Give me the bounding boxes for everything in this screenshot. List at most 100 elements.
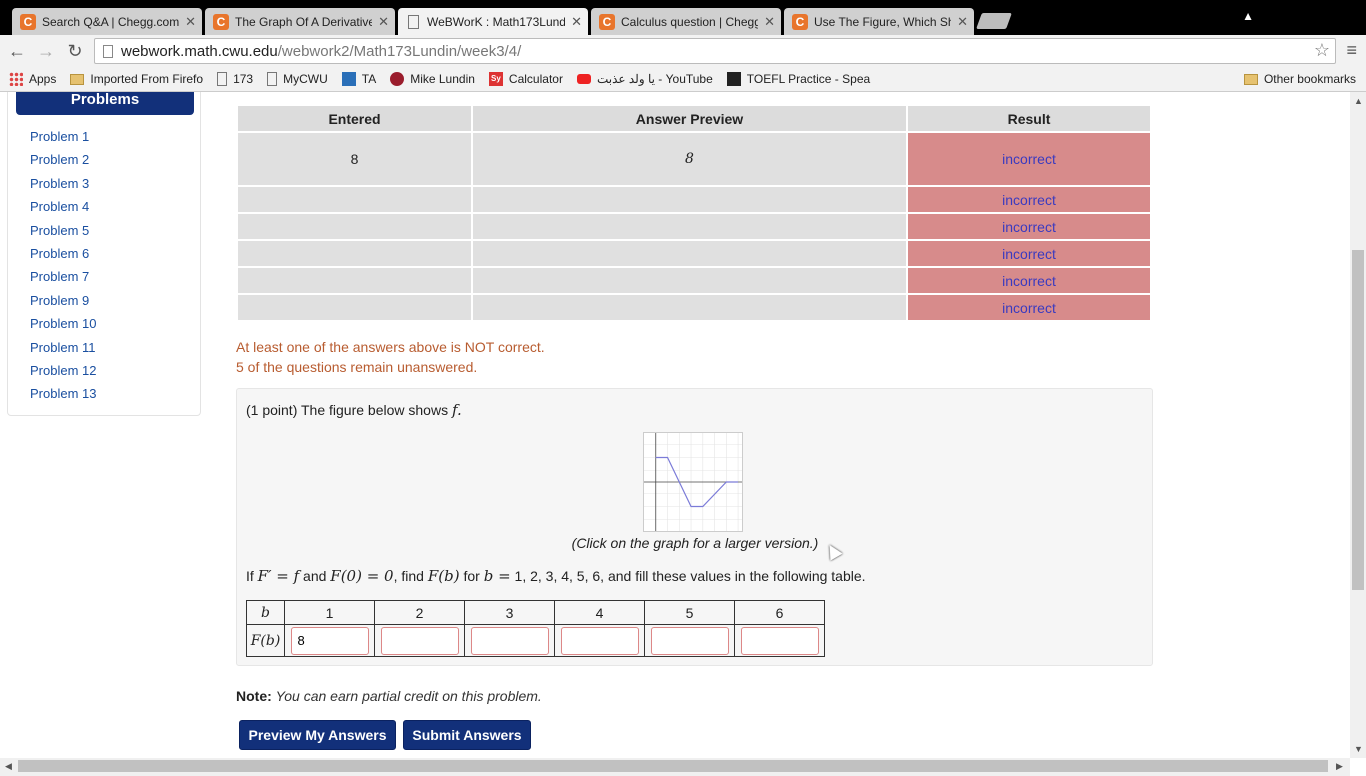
- bookmarks-bar: Apps Imported From Firefo 173 MyCWU TA M…: [0, 67, 1366, 92]
- chegg-icon: C: [213, 13, 229, 30]
- tab-title: WeBWorK : Math173Lundin: [427, 14, 566, 29]
- sidebar-item-problem-1[interactable]: Problem 1: [30, 129, 96, 152]
- bookmark-label: يا ولد عذبت - YouTube: [596, 72, 713, 86]
- bookmark-toefl[interactable]: TOEFL Practice - Spea: [726, 72, 870, 86]
- sy-icon: Sy: [488, 72, 503, 86]
- answer-input-2[interactable]: [380, 626, 459, 655]
- page-viewport: Problems Problem 1 Problem 2 Problem 3 P…: [0, 92, 1350, 758]
- b-label: b: [246, 600, 285, 625]
- sidebar-item-problem-10[interactable]: Problem 10: [30, 316, 96, 339]
- scroll-down-icon[interactable]: ▼: [1354, 744, 1363, 754]
- bookmark-calculator[interactable]: Sy Calculator: [488, 72, 563, 86]
- preview-cell: [471, 185, 908, 214]
- bookmark-star-icon[interactable]: ☆: [1314, 40, 1330, 61]
- bookmark-mike-lundin[interactable]: Mike Lundin: [390, 72, 475, 86]
- bookmark-ta[interactable]: TA: [341, 72, 376, 86]
- tab-webwork[interactable]: WeBWorK : Math173Lundin ✕: [398, 8, 588, 35]
- bookmark-imported-firefox[interactable]: Imported From Firefo: [70, 72, 203, 86]
- answer-input-1[interactable]: [290, 626, 369, 655]
- tab-use-the-figure[interactable]: C Use The Figure, Which Sh ✕: [784, 8, 974, 35]
- instr-text: If: [246, 568, 254, 584]
- sidebar-item-problem-12[interactable]: Problem 12: [30, 363, 96, 386]
- back-icon[interactable]: ←: [6, 40, 28, 62]
- result-cell: incorrect: [906, 266, 1152, 295]
- sidebar-item-problem-11[interactable]: Problem 11: [30, 340, 96, 363]
- close-icon[interactable]: ✕: [185, 14, 196, 30]
- instr-math: F(b): [427, 567, 460, 585]
- tab-chegg-search[interactable]: C Search Q&A | Chegg.com ✕: [12, 8, 202, 35]
- bookmark-apps[interactable]: Apps: [9, 72, 56, 86]
- submit-answers-button[interactable]: Submit Answers: [403, 720, 531, 750]
- preview-cell: [471, 266, 908, 295]
- sidebar-item-problem-2[interactable]: Problem 2: [30, 152, 96, 175]
- table-row: incorrect: [236, 266, 1152, 295]
- chegg-icon: C: [599, 13, 615, 30]
- bookmark-173[interactable]: 173: [217, 72, 253, 86]
- sidebar-item-problem-7[interactable]: Problem 7: [30, 269, 96, 292]
- bookmark-label: Mike Lundin: [410, 72, 475, 86]
- preview-cell: 8: [471, 131, 908, 187]
- close-icon[interactable]: ✕: [957, 14, 968, 30]
- instr-text: and: [303, 568, 327, 584]
- bookmark-label: Calculator: [508, 72, 563, 86]
- vertical-scrollbar[interactable]: ▲ ▼: [1350, 92, 1366, 758]
- apps-icon: [9, 72, 23, 86]
- tab-title: Search Q&A | Chegg.com: [42, 14, 180, 29]
- table-row: incorrect: [236, 185, 1152, 214]
- bookmark-other[interactable]: Other bookmarks: [1243, 72, 1356, 86]
- sidebar-item-problem-6[interactable]: Problem 6: [30, 246, 96, 269]
- close-icon[interactable]: ✕: [764, 14, 775, 30]
- reload-icon[interactable]: ↻: [64, 40, 86, 62]
- tab-graph-derivative[interactable]: C The Graph Of A Derivative ✕: [205, 8, 395, 35]
- instr-text: , find: [393, 568, 424, 584]
- url-path: /webwork2/Math173Lundin/week3/4/: [277, 42, 522, 60]
- preview-answers-button[interactable]: Preview My Answers: [239, 720, 396, 750]
- preview-cell: [471, 239, 908, 268]
- profile-icon[interactable]: ▲: [1242, 9, 1254, 23]
- entered-cell: [236, 266, 473, 295]
- answer-cell: [734, 624, 825, 657]
- scroll-right-icon[interactable]: ▶: [1336, 761, 1343, 772]
- bookmark-youtube[interactable]: يا ولد عذبت - YouTube: [576, 72, 713, 86]
- instr-math: F′ = f: [257, 567, 300, 585]
- sidebar-item-problem-13[interactable]: Problem 13: [30, 386, 96, 409]
- bookmark-mycwu[interactable]: MyCWU: [267, 72, 328, 86]
- entered-cell: [236, 293, 473, 322]
- scrollbar-thumb[interactable]: [18, 760, 1328, 772]
- sidebar-item-problem-9[interactable]: Problem 9: [30, 293, 96, 316]
- answer-input-5[interactable]: [650, 626, 729, 655]
- bookmark-label: MyCWU: [283, 72, 328, 86]
- function-graph-thumbnail[interactable]: [643, 432, 743, 532]
- close-icon[interactable]: ✕: [571, 14, 582, 30]
- problems-sidebar: Problems Problem 1 Problem 2 Problem 3 P…: [7, 92, 201, 416]
- instr-math: F(0) = 0: [330, 567, 394, 585]
- ml-icon: [390, 72, 405, 86]
- answer-input-4[interactable]: [560, 626, 639, 655]
- result-cell: incorrect: [906, 185, 1152, 214]
- address-bar[interactable]: webwork.math.cwu.edu/webwork2/Math173Lun…: [94, 38, 1336, 64]
- answer-input-6[interactable]: [740, 626, 819, 655]
- scroll-up-icon[interactable]: ▲: [1354, 96, 1363, 106]
- instr-text: for: [463, 568, 480, 584]
- answer-input-3[interactable]: [470, 626, 549, 655]
- close-icon[interactable]: ✕: [378, 14, 389, 30]
- b-value: 6: [734, 600, 825, 625]
- scroll-left-icon[interactable]: ◀: [5, 761, 12, 772]
- horizontal-scrollbar[interactable]: ◀ ▶: [0, 758, 1350, 776]
- forward-icon[interactable]: →: [35, 40, 57, 62]
- sidebar-item-problem-3[interactable]: Problem 3: [30, 176, 96, 199]
- tab-calculus-question[interactable]: C Calculus question | Chegg ✕: [591, 8, 781, 35]
- result-cell: incorrect: [906, 212, 1152, 241]
- browser-toolbar: ← → ↻ webwork.math.cwu.edu/webwork2/Math…: [0, 35, 1366, 67]
- tab-title: The Graph Of A Derivative: [235, 14, 373, 29]
- sidebar-item-problem-4[interactable]: Problem 4: [30, 199, 96, 222]
- b-value: 4: [554, 600, 645, 625]
- scrollbar-thumb[interactable]: [1352, 250, 1364, 590]
- sidebar-item-problem-5[interactable]: Problem 5: [30, 223, 96, 246]
- url-domain: webwork.math.cwu.edu: [121, 42, 278, 60]
- toefl-icon: [726, 72, 741, 86]
- b-value: 5: [644, 600, 735, 625]
- new-tab-button[interactable]: [976, 13, 1012, 29]
- menu-icon[interactable]: ≡: [1346, 40, 1357, 61]
- answer-cell: [284, 624, 375, 657]
